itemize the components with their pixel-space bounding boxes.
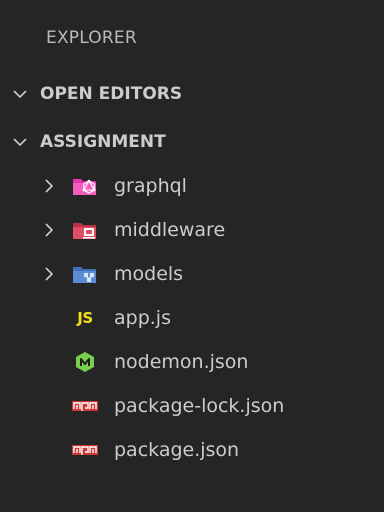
folder-graphql[interactable]: graphql <box>0 164 384 208</box>
nodemon-icon <box>72 351 98 373</box>
file-app-js[interactable]: JS app.js <box>0 296 384 340</box>
chevron-down-icon <box>10 84 30 104</box>
open-editors-section-header[interactable]: OPEN EDITORS <box>0 74 384 114</box>
chevron-right-icon <box>40 221 58 239</box>
middleware-folder-icon <box>72 219 98 241</box>
explorer-title: EXPLORER <box>46 28 137 48</box>
folder-label: middleware <box>114 219 226 241</box>
folder-middleware[interactable]: middleware <box>0 208 384 252</box>
folder-label: graphql <box>114 175 187 197</box>
graphql-folder-icon <box>72 175 98 197</box>
assignment-section-header[interactable]: ASSIGNMENT <box>0 122 384 162</box>
npm-icon <box>72 395 98 417</box>
file-nodemon-json[interactable]: nodemon.json <box>0 340 384 384</box>
npm-icon <box>72 439 98 461</box>
file-label: app.js <box>114 307 171 329</box>
open-editors-label: OPEN EDITORS <box>40 84 183 104</box>
assignment-label: ASSIGNMENT <box>40 132 166 152</box>
chevron-right-icon <box>40 177 58 195</box>
file-label: nodemon.json <box>114 351 249 373</box>
javascript-icon: JS <box>77 309 93 327</box>
file-package-lock-json[interactable]: package-lock.json <box>0 384 384 428</box>
explorer-sidebar: EXPLORER OPEN EDITORS ASSIGNMENT graphql… <box>0 0 384 512</box>
models-folder-icon <box>72 263 98 285</box>
chevron-right-icon <box>40 265 58 283</box>
file-label: package.json <box>114 439 240 461</box>
folder-models[interactable]: models <box>0 252 384 296</box>
folder-label: models <box>114 263 184 285</box>
file-package-json[interactable]: package.json <box>0 428 384 472</box>
chevron-down-icon <box>10 132 30 152</box>
file-label: package-lock.json <box>114 395 285 417</box>
